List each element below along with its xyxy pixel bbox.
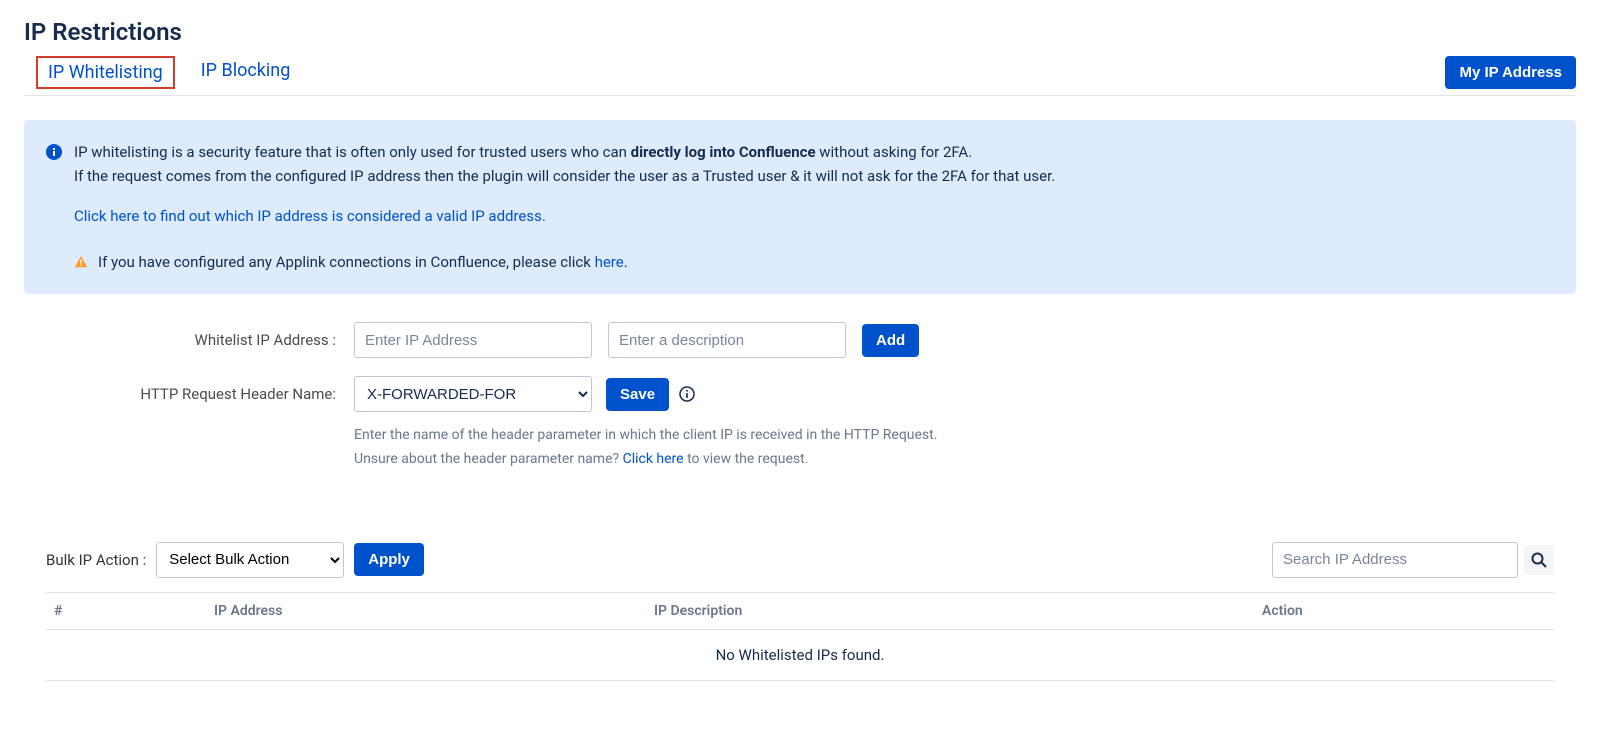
- add-button[interactable]: Add: [862, 324, 919, 357]
- search-icon: [1531, 552, 1547, 568]
- bulk-action-select[interactable]: Select Bulk Action: [156, 542, 344, 578]
- ip-description-input[interactable]: [608, 322, 846, 358]
- header-hint-1: Enter the name of the header parameter i…: [354, 424, 1576, 448]
- my-ip-address-button[interactable]: My IP Address: [1445, 56, 1576, 89]
- applink-warning-text: If you have configured any Applink conne…: [98, 250, 628, 274]
- info-text-1-post: without asking for 2FA.: [816, 143, 973, 161]
- ip-address-input[interactable]: [354, 322, 592, 358]
- info-text-1: IP whitelisting is a security feature th…: [74, 140, 1554, 164]
- applink-warn-pre: If you have configured any Applink conne…: [98, 253, 595, 271]
- page-title: IP Restrictions: [24, 18, 1576, 46]
- warning-icon: [74, 255, 88, 269]
- col-description: IP Description: [646, 592, 1254, 629]
- info-panel: IP whitelisting is a security feature th…: [24, 120, 1576, 294]
- tab-bar: IP Whitelisting IP Blocking My IP Addres…: [24, 56, 1576, 96]
- col-action: Action: [1254, 592, 1554, 629]
- header-hint-2: Unsure about the header parameter name? …: [354, 448, 1576, 472]
- header-hint-2-pre: Unsure about the header parameter name?: [354, 451, 623, 467]
- table-empty-message: No Whitelisted IPs found.: [46, 629, 1554, 680]
- bulk-action-label: Bulk IP Action :: [46, 551, 146, 569]
- save-button[interactable]: Save: [606, 378, 669, 411]
- info-text-2: If the request comes from the configured…: [74, 164, 1554, 188]
- header-name-select[interactable]: X-FORWARDED-FOR: [354, 376, 592, 412]
- search-ip-input[interactable]: [1272, 542, 1518, 578]
- apply-button[interactable]: Apply: [354, 543, 424, 576]
- header-hint-link[interactable]: Click here: [623, 451, 684, 467]
- header-help-icon[interactable]: [679, 386, 695, 402]
- col-ip: IP Address: [206, 592, 646, 629]
- search-button[interactable]: [1524, 545, 1554, 575]
- header-name-label: HTTP Request Header Name:: [24, 385, 354, 403]
- info-text-1-bold: directly log into Confluence: [631, 143, 816, 161]
- tab-ip-blocking[interactable]: IP Blocking: [191, 56, 301, 89]
- info-text-1-pre: IP whitelisting is a security feature th…: [74, 143, 631, 161]
- info-icon: [46, 144, 62, 160]
- valid-ip-link[interactable]: Click here to find out which IP address …: [74, 207, 546, 225]
- tab-ip-whitelisting[interactable]: IP Whitelisting: [36, 56, 175, 89]
- whitelist-ip-label: Whitelist IP Address :: [24, 331, 354, 349]
- ip-table: # IP Address IP Description Action No Wh…: [46, 592, 1554, 681]
- applink-warn-post: .: [624, 253, 628, 271]
- header-hint-2-post: to view the request.: [684, 451, 809, 467]
- applink-here-link[interactable]: here: [595, 253, 624, 271]
- col-index: #: [46, 592, 206, 629]
